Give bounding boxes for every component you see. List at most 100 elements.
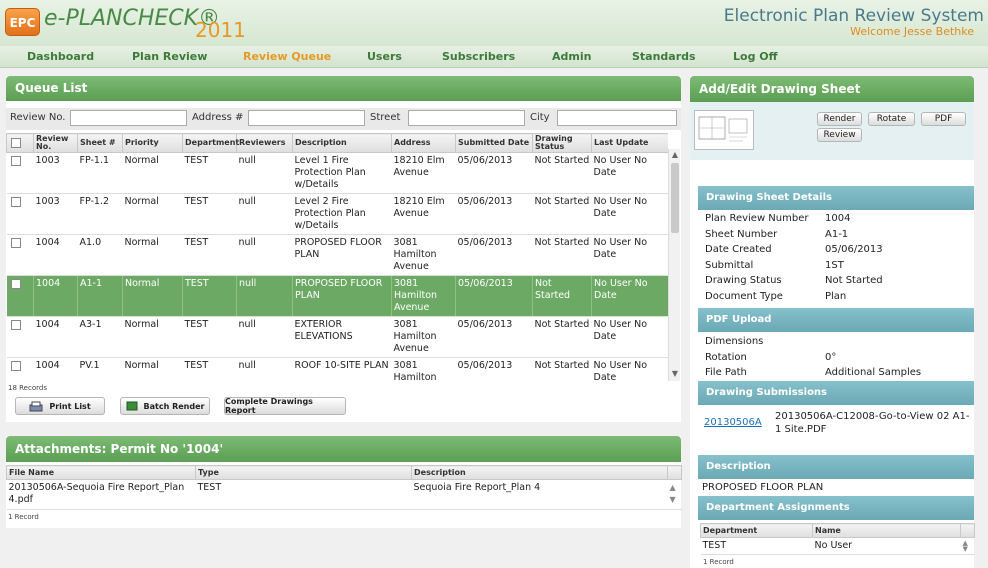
description-text: PROPOSED FLOOR PLAN [702,482,824,493]
cell-drawing-status: Not Started [532,357,592,381]
submission-link[interactable]: 20130506A [704,417,762,428]
row-checkbox[interactable] [10,197,21,207]
dept-table: Department Name TEST No User ▲ ▼ [700,523,975,555]
nav-plan-review[interactable]: Plan Review [132,50,207,63]
col-reviewers[interactable]: Reviewers [236,133,293,153]
col-last-update[interactable]: Last Update [591,133,668,153]
queue-row[interactable]: 1004 A1.0 Normal TEST null PROPOSED FLOOR PLA… [6,234,668,276]
detail-label: Document Type [705,291,783,302]
col-name[interactable]: Name [812,523,961,538]
row-checkbox-cell[interactable] [6,152,34,194]
detail-value: 0° [825,351,837,363]
queue-row[interactable]: 1004 PV.1 Normal TEST null ROOF 10-SITE PLAN 3… [6,357,668,381]
col-drawing-status[interactable]: Drawing Status [532,133,592,153]
review-button[interactable]: Review [817,128,862,142]
row-checkbox-cell[interactable] [6,193,34,235]
col-att-description[interactable]: Description [411,465,668,480]
city-input[interactable] [557,110,677,126]
cell-address: 3081 Hamilton Avenue [391,234,456,276]
row-checkbox[interactable] [10,279,21,289]
nav-standards[interactable]: Standards [632,50,696,63]
scroll-thumb[interactable] [671,163,679,233]
col-address[interactable]: Address [391,133,456,153]
submissions-header: Drawing Submissions [698,381,974,405]
cell-submitted-date: 05/06/2013 [455,357,533,381]
cell-department: TEST [182,357,237,381]
select-all-header[interactable] [6,133,34,153]
cell-submitted-date: 05/06/2013 [455,316,533,358]
report-label: Complete Drawings Report [225,397,313,415]
col-file-name[interactable]: File Name [6,465,196,480]
cell-review-no: 1003 [33,152,78,194]
row-checkbox-cell[interactable] [6,234,34,276]
row-checkbox[interactable] [10,238,21,248]
row-checkbox-cell[interactable] [6,275,34,317]
col-review-no[interactable]: Review No. [33,133,78,153]
detail-label: Dimensions [705,336,764,347]
att-scroll-cell[interactable]: ▲ ▼ [667,479,682,510]
queue-row[interactable]: 1004 A3-1 Normal TEST null EXTERIOR ELEVATION… [6,316,668,358]
batch-render-label: Batch Render [143,401,205,411]
col-sheet[interactable]: Sheet # [77,133,123,153]
dept-row[interactable]: TEST No User ▲ ▼ [700,537,975,555]
print-list-label: Print List [49,401,91,411]
cell-reviewers: null [236,275,293,317]
scroll-up-icon[interactable]: ▲ [669,150,681,159]
rotate-button[interactable]: Rotate [868,112,915,126]
city-label: City [530,112,550,123]
detail-label: Rotation [705,351,747,363]
cell-department: TEST [182,275,237,317]
nav-admin[interactable]: Admin [552,50,591,63]
nav-subscribers[interactable]: Subscribers [442,50,515,63]
review-no-input[interactable] [70,110,187,126]
attachment-file-name[interactable]: 20130506A-Sequoia Fire Report_Plan 4.pdf [6,479,196,510]
col-description[interactable]: Description [292,133,392,153]
queue-row[interactable]: 1003 FP-1.2 Normal TEST null Level 2 Fire Pro… [6,193,668,235]
queue-scrollbar[interactable]: ▲ ▼ [668,149,680,381]
address-input[interactable] [248,110,365,126]
row-checkbox[interactable] [10,156,21,166]
app-header: EPC e-PLANCHECK® 2011 Electronic Plan Re… [0,0,988,46]
batch-render-button[interactable]: Batch Render [120,397,210,415]
scroll-down-icon[interactable]: ▼ [669,369,681,378]
drawing-thumbnail[interactable] [694,110,754,150]
col-priority[interactable]: Priority [122,133,183,153]
nav-review-queue[interactable]: Review Queue [243,50,331,63]
queue-row[interactable]: 1003 FP-1.1 Normal TEST null Level 1 Fire Pro… [6,152,668,194]
logo-year: 2011 [195,18,246,42]
street-input[interactable] [408,110,525,126]
render-icon [126,401,138,411]
cell-description: PROPOSED FLOOR PLAN [292,275,392,317]
row-checkbox-cell[interactable] [6,357,34,381]
cell-sheet: FP-1.1 [77,152,123,194]
nav-users[interactable]: Users [367,50,402,63]
dept-name-value: No User [812,537,961,555]
render-button[interactable]: Render [817,112,862,126]
col-department[interactable]: Department [182,133,239,153]
complete-drawings-report-button[interactable]: Complete Drawings Report [224,397,346,415]
col-type[interactable]: Type [195,465,412,480]
cell-review-no: 1004 [33,275,78,317]
cell-sheet: A3-1 [77,316,123,358]
cell-sheet: A1.0 [77,234,123,276]
col-submitted-date[interactable]: Submitted Date [455,133,533,153]
attachment-description: Sequoia Fire Report_Plan 4 [411,479,668,510]
queue-body: 1003 FP-1.1 Normal TEST null Level 1 Fire Pro… [6,152,668,381]
cell-last-update: No User No Date [591,193,668,235]
cell-submitted-date: 05/06/2013 [455,193,533,235]
attachment-row[interactable]: 20130506A-Sequoia Fire Report_Plan 4.pdf… [6,479,682,510]
nav-log-off[interactable]: Log Off [733,50,778,63]
queue-row[interactable]: 1004 A1-1 Normal TEST null PROPOSED FLOOR PLA… [6,275,668,317]
dept-scroll-cell[interactable]: ▲ ▼ [960,537,975,555]
row-checkbox[interactable] [10,361,21,371]
pdf-button[interactable]: PDF [921,112,966,126]
col-dept[interactable]: Department [700,523,813,538]
detail-value: 05/06/2013 [825,244,883,256]
detail-label: Drawing Status [705,275,782,287]
nav-dashboard[interactable]: Dashboard [27,50,94,63]
street-label: Street [370,112,401,123]
row-checkbox[interactable] [10,320,21,330]
print-list-button[interactable]: Print List [15,397,105,415]
row-checkbox-cell[interactable] [6,316,34,358]
select-all-checkbox[interactable] [11,137,21,148]
